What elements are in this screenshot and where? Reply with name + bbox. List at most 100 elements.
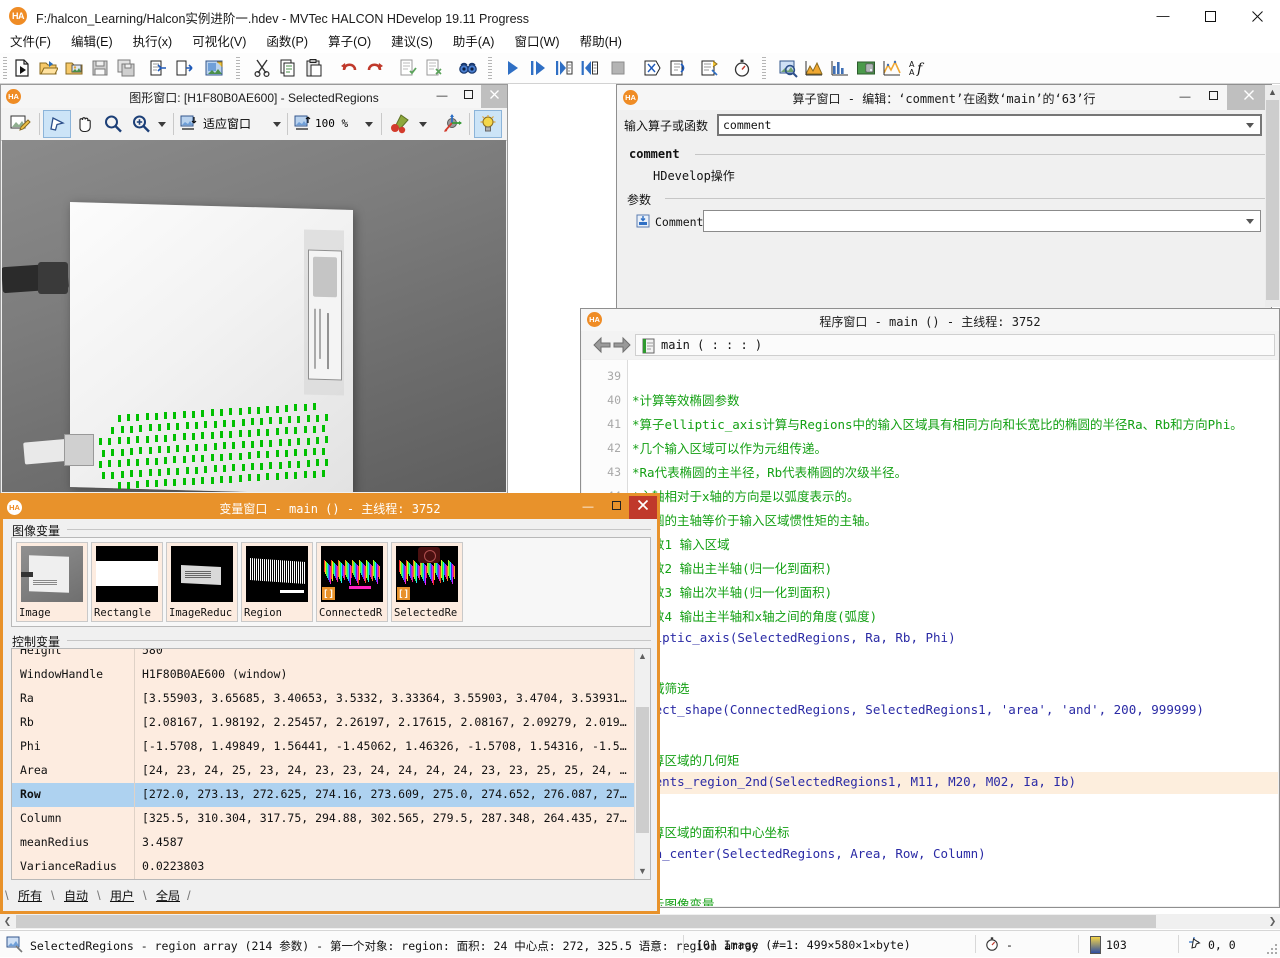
graphics-minimize-button[interactable]: — [429, 85, 455, 108]
resize-grip-icon[interactable] [1266, 943, 1278, 955]
toolbar-grip-4[interactable] [762, 57, 766, 79]
code-comment-line[interactable]: *椭圆的主轴等价于输入区域惯性矩的主轴。 [632, 510, 877, 529]
code-comment-line[interactable]: *参数2 输出主半轴(归一化到面积) [632, 558, 832, 577]
horizontal-scroll-thumb[interactable] [16, 915, 1156, 928]
control-variable-row[interactable]: Column [325.5, 310.304, 317.75, 294.88, 3… [12, 807, 636, 831]
operator-maximize-button[interactable] [1199, 85, 1227, 110]
menu-file[interactable]: 文件(F) [0, 32, 61, 52]
stop-icon[interactable] [606, 56, 630, 80]
scroll-up-arrow-icon[interactable]: ▲ [635, 649, 650, 664]
zoom-level-icon[interactable] [293, 111, 315, 137]
scroll-left-arrow-icon[interactable]: ❮ [0, 914, 15, 929]
insert-image-icon[interactable] [202, 56, 226, 80]
menu-window[interactable]: 窗口(W) [504, 32, 569, 52]
image-variable-thumbnail[interactable]: Image [16, 542, 88, 622]
run-icon[interactable] [500, 56, 524, 80]
deactivate-code-icon[interactable] [698, 56, 722, 80]
open-file-icon[interactable] [36, 56, 60, 80]
zoom-dropdown-arrow-icon[interactable] [158, 122, 166, 127]
code-statement-line[interactable]: elliptic_axis(SelectedRegions, Ra, Rb, P… [632, 630, 956, 645]
control-variable-row[interactable]: Area [24, 23, 24, 25, 23, 24, 23, 23, 24,… [12, 759, 636, 783]
control-variable-row[interactable]: Phi [-1.5708, 1.49849, 1.56441, -1.45062,… [12, 735, 636, 759]
scroll-thumb[interactable] [636, 707, 649, 833]
inspect-icon[interactable] [456, 56, 480, 80]
import-icon[interactable] [146, 56, 170, 80]
scroll-right-arrow-icon[interactable]: ❯ [1265, 914, 1280, 929]
scroll-down-arrow-icon[interactable]: ▼ [635, 864, 650, 879]
code-comment-line[interactable]: *主轴相对于x轴的方向是以弧度表示的。 [632, 486, 860, 505]
control-variables-table[interactable]: Height 580 WindowHandle H1F80B0AE600 (windo… [11, 648, 651, 880]
uncomment-icon[interactable] [422, 56, 446, 80]
step-out-icon[interactable] [578, 56, 602, 80]
open-image-icon[interactable] [62, 56, 86, 80]
new-file-icon[interactable] [10, 56, 34, 80]
code-statement-line[interactable]: moments_region_2nd(SelectedRegions1, M11… [632, 774, 1076, 789]
copy-icon[interactable] [276, 56, 300, 80]
arrow-back-icon[interactable] [592, 335, 612, 355]
code-comment-line[interactable]: *算子elliptic_axis计算与Regions中的输入区域具有相同方向和长… [632, 414, 1243, 433]
magnifier-plus-icon[interactable] [128, 111, 154, 137]
fit-window-icon[interactable] [179, 111, 201, 137]
menu-execute[interactable]: 执行(x) [123, 32, 183, 52]
variable-tab-1[interactable]: 自动 [59, 888, 93, 905]
undo-icon[interactable] [337, 56, 361, 80]
image-acquisition-icon[interactable] [854, 56, 878, 80]
image-inspect-icon[interactable] [776, 56, 800, 80]
zoom-level-value[interactable]: 100 % [315, 113, 357, 135]
toolbar-grip-2[interactable] [236, 57, 240, 79]
redo-icon[interactable] [363, 56, 387, 80]
main-horizontal-scrollbar[interactable]: ❮ ❯ [0, 914, 1280, 929]
lightbulb-icon[interactable] [474, 110, 502, 138]
code-comment-line[interactable]: *Ra代表椭圆的主半径，Rb代表椭圆的次级半径。 [632, 462, 907, 481]
step-over-icon[interactable] [526, 56, 550, 80]
cut-icon[interactable] [250, 56, 274, 80]
code-comment-line[interactable]: *参数3 输出次半轴(归一化到面积) [632, 582, 832, 601]
close-button[interactable] [1234, 0, 1280, 32]
comment-icon[interactable] [396, 56, 420, 80]
image-variable-thumbnail[interactable]: Rectangle [91, 542, 163, 622]
fit-mode-dropdown-arrow-icon[interactable] [273, 122, 281, 127]
reset-program-icon[interactable] [640, 56, 664, 80]
edit-window-icon[interactable] [7, 111, 33, 137]
matching-icon[interactable] [880, 56, 904, 80]
code-statement-line[interactable]: area_center(SelectedRegions, Area, Row, … [632, 846, 986, 861]
control-vars-scrollbar[interactable]: ▲ ▼ [634, 649, 650, 879]
save-all-icon[interactable] [114, 56, 138, 80]
control-variable-row[interactable]: Row [272.0, 273.13, 272.625, 274.16, 273.… [12, 783, 636, 807]
gray-histogram-icon[interactable] [802, 56, 826, 80]
paste-icon[interactable] [302, 56, 326, 80]
image-variables-panel[interactable]: Image Rectangle ImageReduc Region [ ] Connect… [11, 537, 651, 627]
variable-tab-0[interactable]: 所有 [13, 888, 47, 905]
ocr-icon[interactable]: AAf [906, 56, 930, 80]
3d-axis-icon[interactable] [439, 111, 467, 137]
image-variable-thumbnail[interactable]: ImageReduc [166, 542, 238, 622]
variable-maximize-button[interactable] [603, 496, 629, 519]
palette-icon[interactable] [387, 111, 413, 137]
code-comment-line[interactable]: *几个输入区域可以作为元组传递。 [632, 438, 827, 457]
control-variable-row[interactable]: Rb [2.08167, 1.98192, 2.25457, 2.26197, 2… [12, 711, 636, 735]
menu-assistants[interactable]: 助手(A) [443, 32, 505, 52]
fit-mode-label[interactable]: 适应窗口 [201, 113, 265, 135]
operator-param-value-field[interactable] [703, 210, 1261, 232]
control-variable-row[interactable]: meanRedius 3.4587 [12, 831, 636, 855]
control-variable-row[interactable]: Height 580 [12, 649, 636, 663]
operator-input-dropdown-arrow-icon[interactable] [1246, 123, 1254, 128]
menu-visualize[interactable]: 可视化(V) [182, 32, 256, 52]
menu-edit[interactable]: 编辑(E) [61, 32, 123, 52]
save-icon[interactable] [88, 56, 112, 80]
magnifier-icon[interactable] [100, 111, 126, 137]
hand-pan-icon[interactable] [72, 111, 98, 137]
procedure-selector[interactable]: main ( : : : ) [635, 334, 1275, 356]
menu-help[interactable]: 帮助(H) [570, 32, 632, 52]
control-variable-row[interactable]: WindowHandle H1F80B0AE600 (window) [12, 663, 636, 687]
step-into-icon[interactable] [552, 56, 576, 80]
code-statement-line[interactable]: select_shape(ConnectedRegions, SelectedR… [632, 702, 1204, 717]
control-variable-row[interactable]: VarianceRadius 0.0223803 [12, 855, 636, 879]
operator-input-field[interactable]: comment [717, 114, 1262, 136]
param-dropdown-arrow-icon[interactable] [1246, 219, 1254, 224]
activate-code-icon[interactable] [666, 56, 690, 80]
code-editor[interactable]: 3940414243444546474849505152535455565758… [582, 360, 1278, 906]
variable-tab-2[interactable]: 用户 [105, 888, 139, 905]
toolbar-grip-1[interactable] [3, 57, 7, 79]
variable-minimize-button[interactable]: — [575, 496, 601, 519]
